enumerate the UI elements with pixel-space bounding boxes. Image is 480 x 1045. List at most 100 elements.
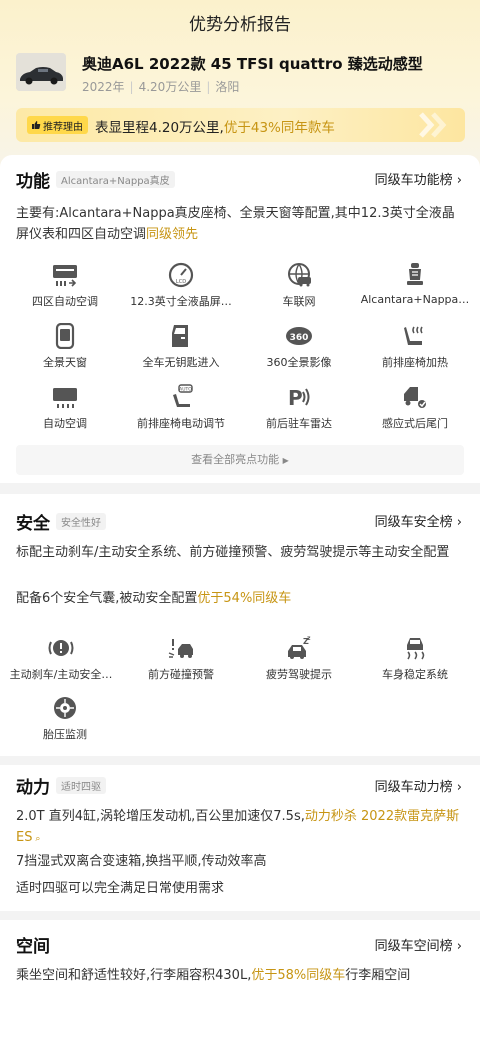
reason-highlight: 优于43%同年款车 bbox=[223, 120, 335, 136]
thumbs-up-icon bbox=[32, 121, 41, 129]
recommend-reason-text: 表显里程4.20万公里,优于43%同年款车 bbox=[95, 116, 335, 136]
auto-ac-icon bbox=[53, 388, 77, 408]
feature-label: 全景天窗 bbox=[43, 356, 87, 369]
feature-label: 前排座椅加热 bbox=[382, 356, 448, 369]
parking-radar-icon: P bbox=[288, 386, 310, 410]
chevron-decoration-icon bbox=[419, 112, 447, 138]
function-rank-link[interactable]: 同级车功能榜 › bbox=[375, 169, 462, 188]
recommend-reason-label: 推荐理由 bbox=[43, 121, 83, 133]
safety-card: 安全 安全性好 同级车安全榜 › 标配主动刹车/主动安全系统、前方碰撞预警、疲劳… bbox=[0, 494, 480, 756]
space-rank-link[interactable]: 同级车空间榜 › bbox=[375, 935, 462, 954]
feature-item[interactable]: 全车无钥匙进入 bbox=[122, 323, 240, 370]
svg-text:z: z bbox=[307, 635, 311, 642]
feature-label: 自动空调 bbox=[43, 417, 87, 430]
feature-item[interactable]: 360 360全景影像 bbox=[240, 323, 358, 370]
power-rank-link[interactable]: 同级车动力榜 › bbox=[375, 776, 462, 795]
safety-description-active: 标配主动刹车/主动安全系统、前方碰撞预警、疲劳驾驶提示等主动安全配置 bbox=[16, 545, 450, 560]
feature-item[interactable]: 胎压监测 bbox=[6, 695, 124, 742]
safety-tag: 安全性好 bbox=[56, 513, 106, 530]
chevron-right-icon: › bbox=[456, 515, 462, 530]
keyless-door-icon bbox=[172, 325, 188, 347]
chevron-right-icon: › bbox=[456, 173, 462, 188]
feature-item[interactable]: AUTO 前排座椅电动调节 bbox=[122, 384, 240, 431]
function-rank-label: 同级车功能榜 bbox=[374, 173, 453, 188]
feature-item[interactable]: Zz 疲劳驾驶提示 bbox=[240, 635, 358, 682]
safety-title: 安全 bbox=[16, 514, 50, 534]
feature-item[interactable]: 四区自动空调 bbox=[6, 262, 124, 309]
function-header: 功能 Alcantara+Nappa真皮 bbox=[16, 167, 175, 192]
feature-label: 前排座椅电动调节 bbox=[137, 417, 225, 430]
feature-label: 前后驻车雷达 bbox=[266, 417, 332, 430]
safety-rank-link[interactable]: 同级车安全榜 › bbox=[375, 511, 462, 530]
feature-item[interactable]: 全景天窗 bbox=[6, 323, 124, 370]
sunroof-icon bbox=[55, 323, 75, 349]
safety-description-passive: 配备6个安全气囊,被动安全配置优于54%同级车 bbox=[16, 588, 466, 609]
power-desc-main: 2.0T 直列4缸,涡轮增压发动机,百公里加速仅7.5s, bbox=[16, 809, 305, 824]
fatigue-icon: Zz bbox=[288, 635, 311, 659]
svg-text:AUTO: AUTO bbox=[179, 387, 192, 393]
power-title: 动力 bbox=[16, 778, 50, 798]
power-tag: 适时四驱 bbox=[56, 777, 106, 794]
search-icon[interactable]: ⌕ bbox=[32, 834, 40, 844]
chevron-right-icon: › bbox=[456, 939, 462, 954]
recommend-reason-bar: 推荐理由 表显里程4.20万公里,优于43%同年款车 bbox=[16, 108, 465, 142]
feature-item[interactable]: 前排座椅加热 bbox=[356, 323, 474, 370]
space-description: 乘坐空间和舒适性较好,行李厢容积430L,优于58%同级车行李厢空间 bbox=[16, 965, 466, 986]
feature-item[interactable]: 主动刹车/主动安全… bbox=[2, 635, 120, 682]
feature-label: 感应式后尾门 bbox=[382, 417, 448, 430]
svg-text:360: 360 bbox=[290, 333, 309, 343]
feature-item[interactable]: Alcantara+Nappa… bbox=[356, 262, 474, 306]
seat-icon bbox=[407, 263, 423, 285]
space-title: 空间 bbox=[16, 937, 50, 957]
feature-label: 四区自动空调 bbox=[32, 295, 98, 308]
reason-text-main: 表显里程4.20万公里, bbox=[95, 120, 224, 136]
feature-item[interactable]: 自动空调 bbox=[6, 384, 124, 431]
svg-text:P: P bbox=[288, 386, 303, 410]
feature-item[interactable]: 前方碰撞预警 bbox=[122, 635, 240, 682]
tailgate-icon bbox=[404, 387, 426, 408]
tire-pressure-icon bbox=[54, 697, 76, 719]
chevron-right-icon: › bbox=[456, 780, 462, 795]
feature-item[interactable]: LCD 12.3英寸全液晶屏… bbox=[122, 262, 240, 309]
feature-label: Alcantara+Nappa… bbox=[360, 293, 470, 306]
car-city: 洛阳 bbox=[215, 80, 240, 94]
space-rank-label: 同级车空间榜 bbox=[374, 939, 453, 954]
function-card: 功能 Alcantara+Nappa真皮 同级车功能榜 › 主要有:Alcant… bbox=[0, 155, 480, 483]
feature-item[interactable]: 车身稳定系统 bbox=[356, 635, 474, 682]
function-title: 功能 bbox=[16, 172, 50, 192]
feature-label: 车联网 bbox=[282, 295, 316, 308]
feature-item[interactable]: P 前后驻车雷达 bbox=[240, 384, 358, 431]
power-description-gearbox: 7挡湿式双离合变速箱,换挡平顺,传动效率高 bbox=[16, 854, 267, 869]
safety-rank-label: 同级车安全榜 bbox=[374, 515, 453, 530]
safety-desc-highlight: 优于54%同级车 bbox=[197, 591, 292, 606]
power-card: 动力 适时四驱 同级车动力榜 › 2.0T 直列4缸,涡轮增压发动机,百公里加速… bbox=[0, 765, 480, 911]
view-all-features-button[interactable]: 查看全部亮点功能 ▶ bbox=[16, 445, 464, 475]
space-desc-highlight: 优于58%同级车 bbox=[251, 968, 346, 983]
car-title: 奥迪A6L 2022款 45 TFSI quattro 臻选动感型 bbox=[82, 55, 423, 73]
seat-heating-icon bbox=[404, 326, 423, 345]
page-title: 优势分析报告 bbox=[189, 15, 291, 35]
car-year: 2022年 bbox=[82, 80, 125, 94]
function-tag: Alcantara+Nappa真皮 bbox=[56, 171, 175, 188]
camera-360-icon: 360 bbox=[286, 327, 312, 345]
feature-label: 360全景影像 bbox=[266, 356, 332, 369]
feature-label: 疲劳驾驶提示 bbox=[266, 668, 332, 681]
feature-label: 胎压监测 bbox=[43, 728, 87, 741]
climate-icon bbox=[53, 265, 77, 287]
car-meta: 2022年 | 4.20万公里 | 洛阳 bbox=[82, 80, 240, 94]
function-desc-highlight: 同级领先 bbox=[146, 227, 199, 242]
feature-label: 主动刹车/主动安全… bbox=[9, 668, 113, 681]
collision-warning-icon bbox=[168, 639, 193, 658]
safety-desc-main: 配备6个安全气囊,被动安全配置 bbox=[16, 591, 198, 606]
feature-item[interactable]: 车联网 bbox=[240, 262, 358, 309]
connected-car-icon bbox=[288, 263, 311, 287]
safety-header: 安全 安全性好 bbox=[16, 509, 106, 534]
power-description-engine: 2.0T 直列4缸,涡轮增压发动机,百公里加速仅7.5s,动力秒杀 2022款雷… bbox=[16, 806, 466, 850]
car-thumbnail bbox=[16, 53, 66, 91]
feature-label: 全车无钥匙进入 bbox=[142, 356, 220, 369]
feature-item[interactable]: 感应式后尾门 bbox=[356, 384, 474, 431]
stability-icon bbox=[407, 638, 425, 660]
space-card: 空间 同级车空间榜 › 乘坐空间和舒适性较好,行李厢容积430L,优于58%同级… bbox=[0, 920, 480, 1045]
function-desc-main: 主要有:Alcantara+Nappa真皮座椅、全景天窗等配置,其中12.3英寸… bbox=[16, 206, 455, 242]
power-rank-label: 同级车动力榜 bbox=[374, 780, 453, 795]
